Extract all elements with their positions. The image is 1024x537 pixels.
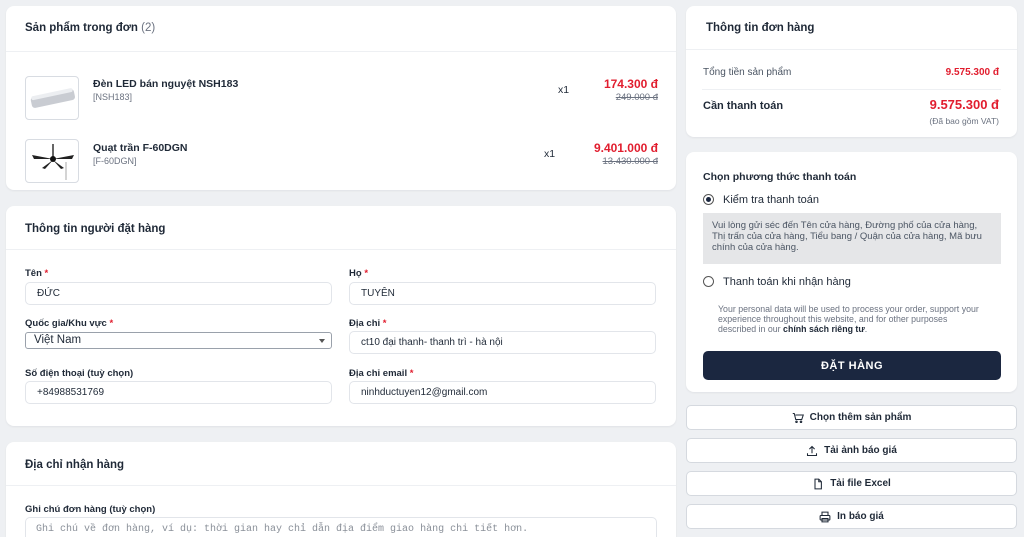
shipping-title: Địa chỉ nhận hàng (25, 459, 125, 471)
country-select[interactable]: Việt Nam (25, 332, 332, 349)
vat-note: (Đã bao gồm VAT) (929, 116, 999, 126)
privacy-policy-link[interactable]: chính sách riêng tư (783, 324, 865, 334)
subtotal-value: 9.575.300 đ (945, 67, 999, 78)
product-name[interactable]: Quạt trần F-60DGN (93, 142, 188, 154)
total-value: 9.575.300 đ (929, 97, 999, 112)
products-count: (2) (141, 22, 156, 34)
upload-icon (807, 445, 818, 456)
product-sku: [F-60DGN] (93, 156, 137, 166)
shipping-card: Địa chỉ nhận hàng Ghi chú đơn hàng (tuỳ … (6, 442, 676, 537)
last-name-label: Họ * (349, 268, 369, 279)
privacy-text: Your personal data will be used to proce… (718, 304, 979, 335)
phone-input[interactable]: +84988531769 (25, 381, 332, 404)
payment-card: Chọn phương thức thanh toán Kiểm tra tha… (686, 152, 1017, 392)
payment-radio-check[interactable] (703, 194, 714, 205)
print-quote-label: In báo giá (837, 511, 884, 522)
payment-title: Chọn phương thức thanh toán (703, 171, 857, 183)
products-card: Sản phẩm trong đơn (2) Đèn LED bán nguyệ… (6, 6, 676, 190)
email-input[interactable]: ninhductuyen12@gmail.com (349, 381, 656, 404)
print-quote-button[interactable]: In báo giá (686, 504, 1017, 529)
chevron-down-icon (319, 339, 325, 343)
last-name-input[interactable]: TUYÊN (349, 282, 656, 305)
place-order-button[interactable]: ĐẶT HÀNG (703, 351, 1001, 380)
order-summary-title: Thông tin đơn hàng (706, 22, 815, 34)
phone-label: Số điện thoại (tuỳ chọn) (25, 368, 134, 379)
payment-radio-cod[interactable] (703, 276, 714, 287)
email-label: Địa chỉ email * (349, 368, 414, 379)
product-price: 9.401.000 đ (593, 141, 658, 155)
product-sku: [NSH183] (93, 92, 133, 102)
order-summary-card: Thông tin đơn hàng Tổng tiền sản phẩm 9.… (686, 6, 1017, 137)
product-old-price: 13.430.000 đ (602, 156, 658, 167)
address-input[interactable]: ct10 đại thanh- thanh trì - hà nội (349, 331, 656, 354)
payment-option-label[interactable]: Thanh toán khi nhận hàng (723, 276, 851, 288)
download-image-label: Tải ảnh báo giá (824, 445, 897, 456)
country-label: Quốc gia/Khu vực * (25, 318, 114, 329)
led-tube-light-icon (25, 76, 79, 120)
file-icon (814, 478, 823, 489)
product-name[interactable]: Đèn LED bán nguyệt NSH183 (93, 78, 238, 90)
address-label: Địa chỉ * (349, 318, 387, 329)
download-excel-label: Tải file Excel (830, 478, 891, 489)
more-products-label: Chọn thêm sản phẩm (809, 412, 912, 423)
first-name-label: Tên * (25, 268, 49, 279)
product-price: 174.300 đ (603, 77, 658, 91)
product-qty: x1 (544, 148, 556, 160)
products-title: Sản phẩm trong đơn (2) (25, 22, 156, 34)
product-old-price: 249.000 đ (615, 92, 658, 103)
download-excel-button[interactable]: Tải file Excel (686, 471, 1017, 496)
subtotal-label: Tổng tiền sản phẩm (703, 67, 792, 78)
cart-icon (792, 412, 804, 423)
order-note-textarea[interactable]: Ghi chú về đơn hàng, ví dụ: thời gian ha… (25, 517, 657, 537)
check-description-box: Vui lòng gửi séc đến Tên cửa hàng, Đường… (703, 213, 1001, 264)
payment-option-label[interactable]: Kiểm tra thanh toán (723, 194, 819, 206)
total-label: Cần thanh toán (703, 100, 784, 112)
place-order-label: ĐẶT HÀNG (820, 359, 884, 372)
product-qty: x1 (558, 84, 570, 96)
customer-info-title: Thông tin người đặt hàng (25, 223, 166, 235)
printer-icon (819, 511, 831, 522)
more-products-button[interactable]: Chọn thêm sản phẩm (686, 405, 1017, 430)
ceiling-fan-icon (25, 139, 79, 183)
download-image-button[interactable]: Tải ảnh báo giá (686, 438, 1017, 463)
first-name-input[interactable]: ĐỨC (25, 282, 332, 305)
order-note-label: Ghi chú đơn hàng (tuỳ chọn) (25, 504, 156, 515)
customer-info-card: Thông tin người đặt hàng Tên * ĐỨC Họ * … (6, 206, 676, 426)
